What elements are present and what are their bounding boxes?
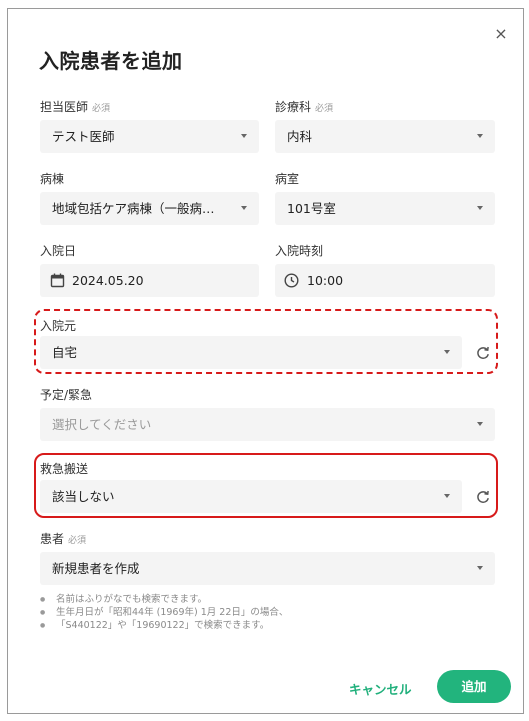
doctor-value: テスト医師: [52, 129, 115, 144]
room-select[interactable]: 101号室: [275, 192, 495, 225]
patient-required-tag: 必須: [68, 536, 87, 546]
admission-source-value: 自宅: [52, 345, 78, 360]
chevron-down-icon: [444, 494, 450, 498]
admission-time-field[interactable]: 10:00: [275, 264, 495, 297]
admission-date-label: 入院日: [40, 244, 77, 258]
add-button[interactable]: 追加: [437, 670, 511, 703]
room-value: 101号室: [287, 201, 336, 216]
clock-icon: [284, 273, 299, 288]
chevron-down-icon: [241, 134, 247, 138]
department-value: 内科: [287, 129, 313, 144]
chevron-down-icon: [444, 350, 450, 354]
close-icon[interactable]: ×: [491, 24, 511, 44]
patient-value: 新規患者を作成: [52, 561, 140, 576]
admission-time-value: 10:00: [307, 273, 344, 288]
admission-source-select[interactable]: 自宅: [40, 336, 462, 369]
patient-label: 患者 必須: [40, 532, 87, 546]
planned-emergency-select[interactable]: 選択してください: [40, 408, 495, 441]
doctor-select[interactable]: テスト医師: [40, 120, 259, 153]
doctor-label: 担当医師 必須: [40, 100, 111, 114]
search-hint-item: 名前はふりがなでも検索できます。: [40, 593, 288, 606]
search-hints: 名前はふりがなでも検索できます。 生年月日が「昭和44年 (1969年) 1月 …: [40, 593, 288, 632]
dialog-title: 入院患者を追加: [39, 49, 183, 73]
refresh-icon[interactable]: [475, 345, 491, 361]
chevron-down-icon: [477, 422, 483, 426]
admission-date-field[interactable]: 2024.05.20: [40, 264, 259, 297]
planned-emergency-placeholder: 選択してください: [52, 417, 152, 432]
emergency-transport-value: 該当しない: [52, 489, 115, 504]
patient-select[interactable]: 新規患者を作成: [40, 552, 495, 585]
room-label: 病室: [275, 172, 300, 186]
admission-source-label: 入院元: [40, 319, 77, 333]
chevron-down-icon: [477, 566, 483, 570]
chevron-down-icon: [241, 206, 247, 210]
calendar-icon: [50, 273, 65, 288]
department-select[interactable]: 内科: [275, 120, 495, 153]
emergency-transport-select[interactable]: 該当しない: [40, 480, 462, 513]
admission-date-value: 2024.05.20: [72, 273, 144, 288]
doctor-required-tag: 必須: [92, 104, 111, 114]
cancel-button[interactable]: キャンセル: [349, 679, 412, 698]
department-label: 診療科 必須: [275, 100, 334, 114]
chevron-down-icon: [477, 134, 483, 138]
ward-select[interactable]: 地域包括ケア病棟（一般病…: [40, 192, 259, 225]
ward-value: 地域包括ケア病棟（一般病…: [52, 201, 215, 216]
admission-time-label: 入院時刻: [275, 244, 324, 258]
search-hint-item: 生年月日が「昭和44年 (1969年) 1月 22日」の場合、: [40, 606, 288, 619]
ward-label: 病棟: [40, 172, 65, 186]
chevron-down-icon: [477, 206, 483, 210]
refresh-icon[interactable]: [475, 489, 491, 505]
search-hint-item: 「S440122」や「19690122」で検索できます。: [40, 619, 288, 632]
emergency-transport-label: 救急搬送: [40, 462, 89, 476]
department-required-tag: 必須: [315, 104, 334, 114]
planned-emergency-label: 予定/緊急: [40, 388, 93, 402]
